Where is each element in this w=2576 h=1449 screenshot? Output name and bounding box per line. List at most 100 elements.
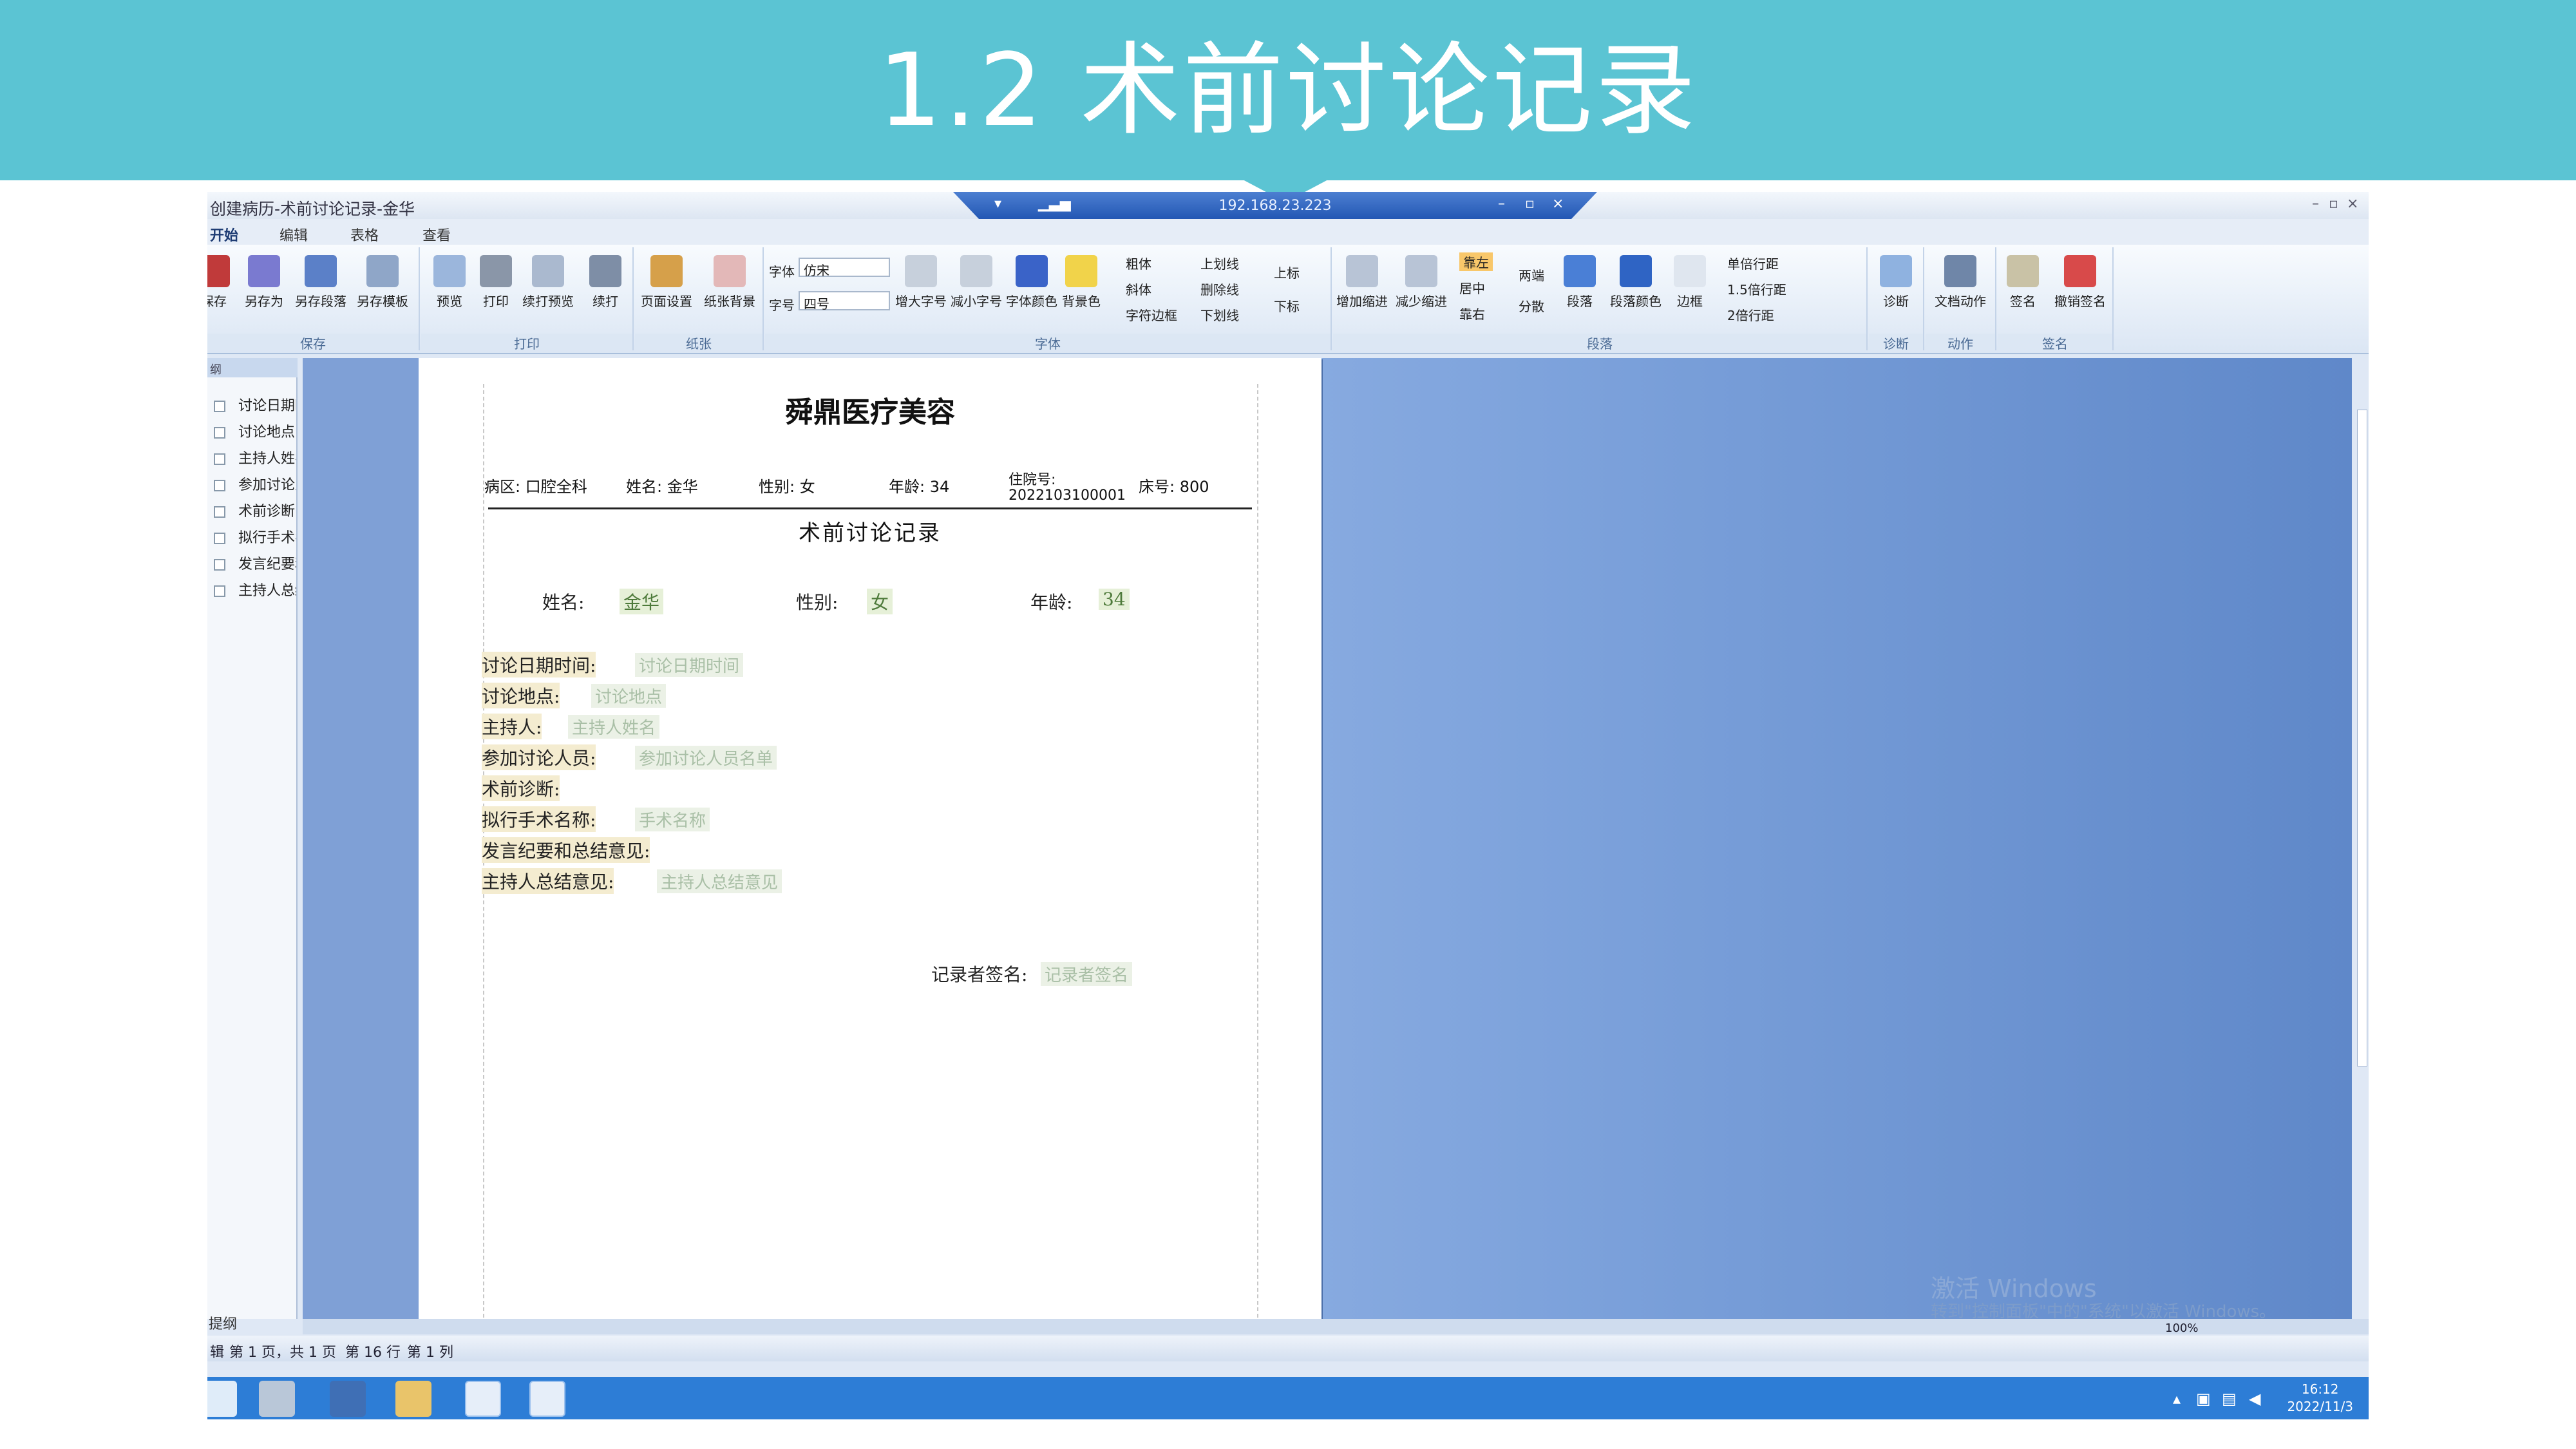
- grow-font-button[interactable]: 增大字号: [894, 255, 948, 310]
- outline-item[interactable]: 拟行手术名称: [214, 526, 296, 547]
- tray-chevron-icon[interactable]: ▴: [2173, 1390, 2181, 1408]
- field-discussion-time-input[interactable]: 讨论日期时间: [635, 653, 744, 677]
- superscript-button[interactable]: 上标: [1274, 263, 1300, 281]
- recorder-signature-input[interactable]: 记录者签名: [1041, 962, 1133, 986]
- window-restore-button[interactable]: ▫: [2329, 196, 2338, 212]
- page-setup-button[interactable]: 页面设置: [636, 255, 697, 310]
- outline-footer-tab[interactable]: 提纲: [207, 1311, 298, 1332]
- field-host-summary-input[interactable]: 主持人总结意见: [657, 869, 782, 893]
- background-color-button[interactable]: 背景色: [1059, 255, 1104, 310]
- distribute-button[interactable]: 分散: [1519, 296, 1544, 315]
- save-as-button[interactable]: 另存为: [238, 255, 290, 310]
- clock-date: 2022/11/3: [2287, 1399, 2353, 1414]
- continue-preview-button[interactable]: 续打预览: [518, 255, 578, 310]
- tab-edit[interactable]: 编辑: [279, 224, 308, 245]
- checkbox[interactable]: [214, 533, 225, 544]
- italic-button[interactable]: 斜体: [1126, 279, 1151, 298]
- continue-print-button[interactable]: 续打: [580, 255, 631, 310]
- vertical-scrollbar[interactable]: [2356, 358, 2369, 1319]
- remote-restore-button[interactable]: ▫: [1525, 196, 1535, 212]
- checkbox[interactable]: [214, 453, 225, 465]
- save-paragraph-button[interactable]: 另存段落: [291, 255, 350, 310]
- char-border-button[interactable]: 字符边框: [1126, 305, 1177, 324]
- print-button[interactable]: 打印: [470, 255, 522, 310]
- subscript-button[interactable]: 下标: [1274, 296, 1300, 315]
- align-right-button[interactable]: 靠右: [1459, 304, 1485, 323]
- paragraph-button[interactable]: 段落: [1557, 255, 1602, 310]
- checkbox[interactable]: [214, 427, 225, 439]
- tab-view[interactable]: 查看: [422, 224, 451, 245]
- justify-button[interactable]: 两端: [1519, 265, 1544, 284]
- size-select[interactable]: 四号: [799, 291, 890, 312]
- font-select[interactable]: 仿宋: [799, 258, 890, 278]
- outline-item[interactable]: 主持人姓名: [214, 447, 296, 468]
- save-template-button[interactable]: 另存模板: [352, 255, 413, 310]
- taskbar-clock[interactable]: 16:12 2022/11/3: [2287, 1381, 2353, 1416]
- checkbox[interactable]: [214, 480, 225, 491]
- window-close-button[interactable]: ×: [2347, 196, 2358, 212]
- patient-name-value[interactable]: 金华: [620, 589, 664, 614]
- field-surgery-name-input[interactable]: 手术名称: [635, 808, 710, 831]
- field-discussion-place-input[interactable]: 讨论地点: [591, 684, 667, 708]
- clock-time: 16:12: [2301, 1381, 2339, 1397]
- bold-button[interactable]: 粗体: [1126, 254, 1151, 272]
- checkbox[interactable]: [214, 585, 225, 597]
- strikethrough-button[interactable]: 删除线: [1200, 279, 1239, 298]
- paper-background-button[interactable]: 纸张背景: [699, 255, 760, 310]
- tray-network-icon[interactable]: ▣: [2196, 1390, 2211, 1408]
- decrease-indent-button[interactable]: 减少缩进: [1392, 255, 1450, 310]
- zoom-level[interactable]: 100%: [2165, 1321, 2198, 1335]
- preview-button[interactable]: 预览: [424, 255, 475, 310]
- outline-item[interactable]: 参加讨论人员: [214, 473, 296, 494]
- font-color-button[interactable]: 字体颜色: [1005, 255, 1059, 310]
- double-spacing-button[interactable]: 2倍行距: [1727, 305, 1774, 324]
- pilcrow-icon: [1564, 255, 1596, 287]
- align-left-button[interactable]: 靠左: [1459, 252, 1493, 271]
- revoke-sign-button[interactable]: 撤销签名: [2049, 255, 2111, 310]
- outline-item[interactable]: 发言纪要和总结意见: [214, 553, 296, 573]
- checkbox[interactable]: [214, 559, 225, 571]
- start-icon[interactable]: [207, 1381, 237, 1417]
- powershell-icon[interactable]: [330, 1381, 366, 1417]
- info-name: 姓名: 金华: [626, 478, 698, 496]
- checkbox[interactable]: [214, 401, 225, 412]
- menu-tabs: 开始 编辑 表格 查看: [207, 219, 2369, 245]
- tab-home[interactable]: 开始: [210, 224, 238, 245]
- app-icon[interactable]: [529, 1381, 565, 1417]
- diagnosis-button[interactable]: 诊断: [1871, 255, 1920, 310]
- patient-age-value[interactable]: 34: [1099, 589, 1130, 610]
- sign-button[interactable]: 签名: [2000, 255, 2045, 310]
- remote-close-button[interactable]: ×: [1552, 196, 1564, 212]
- one-half-spacing-button[interactable]: 1.5倍行距: [1727, 279, 1786, 298]
- single-spacing-button[interactable]: 单倍行距: [1727, 254, 1779, 272]
- remote-minimize-button[interactable]: –: [1498, 196, 1505, 212]
- patient-gender-label: 性别:: [796, 592, 838, 613]
- checkbox[interactable]: [214, 506, 225, 518]
- file-explorer-icon[interactable]: [395, 1381, 431, 1417]
- tray-display-icon[interactable]: ▤: [2222, 1390, 2237, 1408]
- field-host-input[interactable]: 主持人姓名: [568, 715, 660, 739]
- document-action-button[interactable]: 文档动作: [1928, 255, 1993, 310]
- status-bar: 辑 第 1 页，共 1 页 第 16 行 第 1 列: [207, 1336, 2369, 1361]
- tray-volume-icon[interactable]: ◀: [2249, 1390, 2260, 1408]
- increase-indent-button[interactable]: 增加缩进: [1333, 255, 1391, 310]
- paragraph-color-button[interactable]: 段落颜色: [1604, 255, 1668, 310]
- outline-item[interactable]: 主持人总结意见: [214, 579, 296, 600]
- tab-table[interactable]: 表格: [350, 224, 379, 245]
- outline-item[interactable]: 讨论日期时间: [214, 394, 296, 415]
- border-button[interactable]: 边框: [1669, 255, 1710, 310]
- document-page[interactable]: 舜鼎医疗美容 病区: 口腔全科 姓名: 金华 性别: 女 年龄: 34 住院号:…: [419, 358, 1321, 1319]
- field-participants-input[interactable]: 参加讨论人员名单: [635, 746, 777, 770]
- overline-button[interactable]: 上划线: [1200, 254, 1239, 272]
- server-manager-icon[interactable]: [259, 1381, 295, 1417]
- app-icon[interactable]: [465, 1381, 501, 1417]
- patient-gender-value[interactable]: 女: [867, 589, 893, 614]
- underline-button[interactable]: 下划线: [1200, 305, 1239, 324]
- outline-item[interactable]: 术前诊断: [214, 500, 296, 520]
- window-minimize-button[interactable]: –: [2312, 196, 2319, 212]
- shrink-font-button[interactable]: 减小字号: [949, 255, 1003, 310]
- outline-item[interactable]: 讨论地点: [214, 421, 296, 441]
- align-center-button[interactable]: 居中: [1459, 278, 1485, 297]
- save-button[interactable]: 保存: [207, 255, 240, 310]
- scroll-thumb[interactable]: [2357, 410, 2367, 1066]
